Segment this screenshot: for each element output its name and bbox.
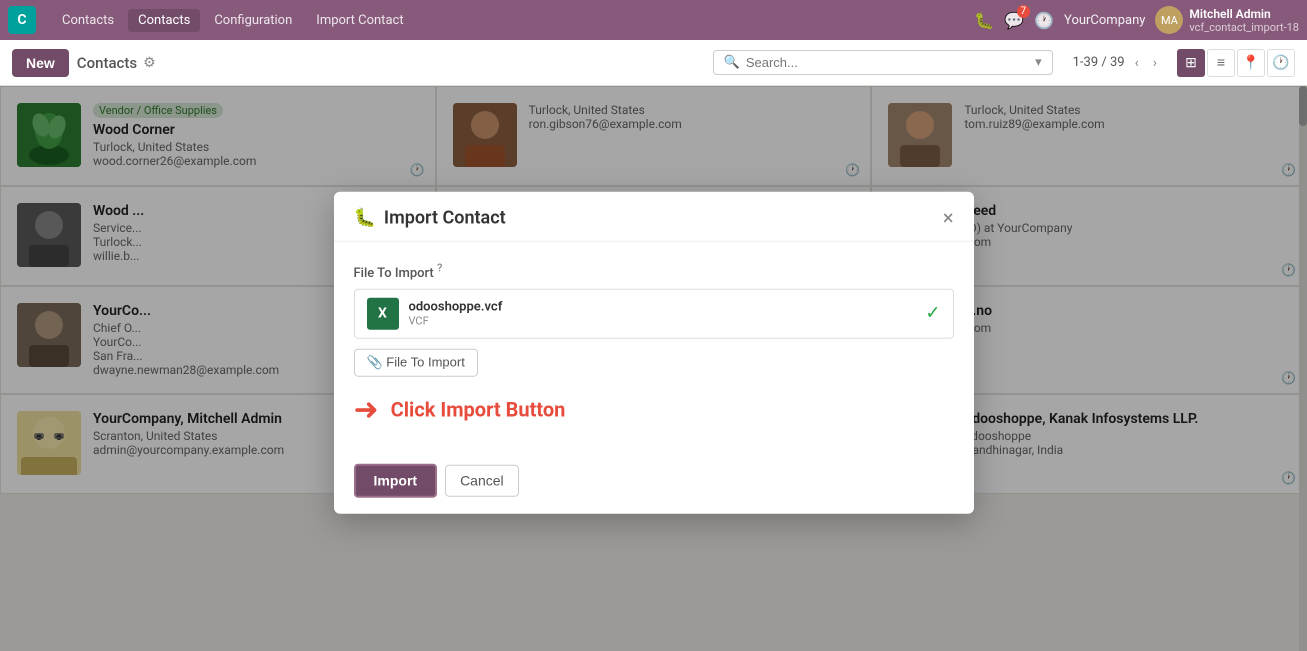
nav-contacts1[interactable]: Contacts [52,9,124,32]
file-name: odooshoppe.vcf [409,300,503,315]
cancel-button[interactable]: Cancel [445,465,519,497]
user-name: Mitchell Admin [1189,7,1299,21]
arrow-icon: ➜ [354,393,379,428]
list-view-icon[interactable]: ≡ [1207,49,1235,77]
user-sub: vcf_contact_import-18 [1189,21,1299,34]
file-display: X odooshoppe.vcf VCF ✓ [354,289,954,339]
user-info: Mitchell Admin vcf_contact_import-18 [1189,7,1299,34]
app-logo[interactable]: C [8,6,36,34]
pagination-text: 1-39 / 39 [1073,55,1125,70]
arrow-hint: ➜ Click Import Button [354,393,954,428]
file-name-wrap: odooshoppe.vcf VCF [409,300,503,328]
file-import-label: File To Import ? [354,261,954,280]
pagination: 1-39 / 39 ‹ › [1073,53,1161,73]
search-wrap: 🔍 ▾ [713,50,1053,75]
modal-header: 🐛 Import Contact × [334,191,974,241]
nav-contacts2[interactable]: Contacts [128,9,200,32]
bug-nav-icon[interactable]: 🐛 [974,11,994,30]
new-button[interactable]: New [12,49,69,77]
search-icon: 🔍 [724,55,740,70]
kanban-view-icon[interactable]: ⊞ [1177,49,1205,77]
modal-bug-icon: 🐛 [354,207,376,228]
file-check-icon: ✓ [925,303,940,324]
search-dropdown-icon[interactable]: ▾ [1035,55,1042,70]
map-view-icon[interactable]: 📍 [1237,49,1265,77]
top-nav: C Contacts Contacts Configuration Import… [0,0,1307,40]
user-avatar: MA [1155,6,1183,34]
pagination-next[interactable]: › [1149,53,1161,73]
user-menu[interactable]: MA Mitchell Admin vcf_contact_import-18 [1155,6,1299,34]
modal-close-button[interactable]: × [943,208,954,228]
modal-body: File To Import ? X odooshoppe.vcf VCF ✓ … [334,241,974,451]
modal-footer: Import Cancel [334,452,974,514]
secondary-nav: New Contacts ⚙ 🔍 ▾ 1-39 / 39 ‹ › ⊞ ≡ 📍 🕐 [0,40,1307,86]
breadcrumb: Contacts ⚙ [77,54,156,72]
file-info: X odooshoppe.vcf VCF [367,298,503,330]
main-content: Vendor / Office Supplies Wood Corner Tur… [0,86,1307,651]
file-type-icon: X [367,298,399,330]
file-type-label: VCF [409,315,503,328]
nav-links: Contacts Contacts Configuration Import C… [52,9,958,32]
company-name[interactable]: YourCompany [1064,13,1145,28]
view-icons: ⊞ ≡ 📍 🕐 [1177,49,1295,77]
modal-title-wrap: 🐛 Import Contact [354,207,506,228]
modal-title: Import Contact [384,207,506,228]
breadcrumb-title: Contacts [77,54,137,72]
pagination-prev[interactable]: ‹ [1131,53,1143,73]
import-modal: 🐛 Import Contact × File To Import ? X od… [334,191,974,513]
notification-badge: 7 [1017,5,1031,18]
gear-icon[interactable]: ⚙ [143,55,156,71]
nav-right: 🐛 💬 7 🕐 YourCompany MA Mitchell Admin vc… [974,6,1299,34]
import-button[interactable]: Import [354,464,438,498]
notifications-wrap: 💬 7 [1004,11,1024,30]
file-to-import-button[interactable]: 📎 File To Import [354,349,478,377]
arrow-text: Click Import Button [391,398,566,422]
clock-icon[interactable]: 🕐 [1034,11,1054,30]
search-input[interactable] [746,55,1031,70]
nav-import-contact[interactable]: Import Contact [306,9,413,32]
activity-view-icon[interactable]: 🕐 [1267,49,1295,77]
nav-configuration[interactable]: Configuration [204,9,302,32]
